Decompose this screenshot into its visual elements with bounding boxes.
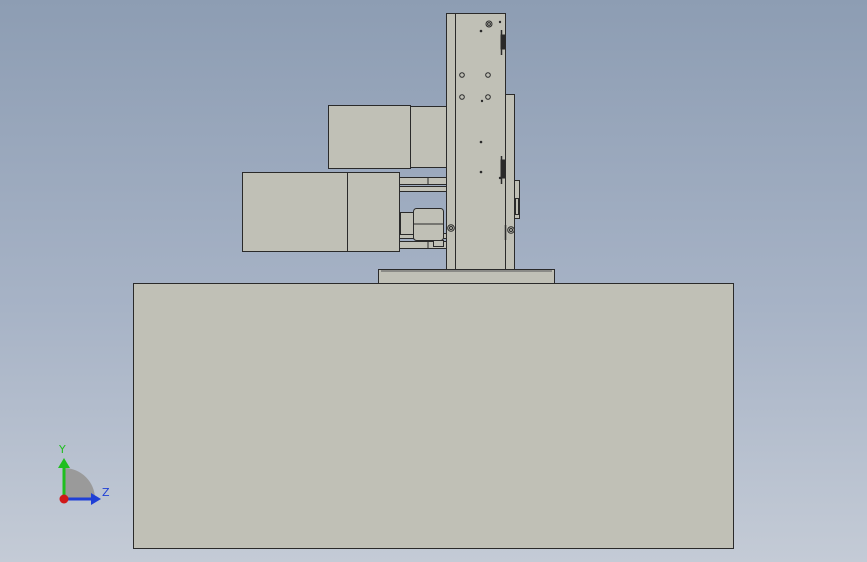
cad-viewport[interactable]: Y Z <box>0 0 867 562</box>
base-block[interactable] <box>133 283 734 549</box>
axis-triad <box>58 458 101 505</box>
guide-rod-mid[interactable] <box>399 186 447 192</box>
lower-motor-flange[interactable] <box>347 172 400 252</box>
upper-motor-housing[interactable] <box>328 105 411 169</box>
model-drawing[interactable] <box>0 0 867 562</box>
upper-motor-flange[interactable] <box>410 106 448 168</box>
lower-motor-housing[interactable] <box>242 172 348 252</box>
guide-rod-top[interactable] <box>399 177 447 185</box>
cylinder-bracket[interactable] <box>400 212 415 235</box>
axis-label-y: Y <box>59 443 66 456</box>
axis-label-z: Z <box>102 486 110 499</box>
mounting-plate[interactable] <box>378 269 555 284</box>
